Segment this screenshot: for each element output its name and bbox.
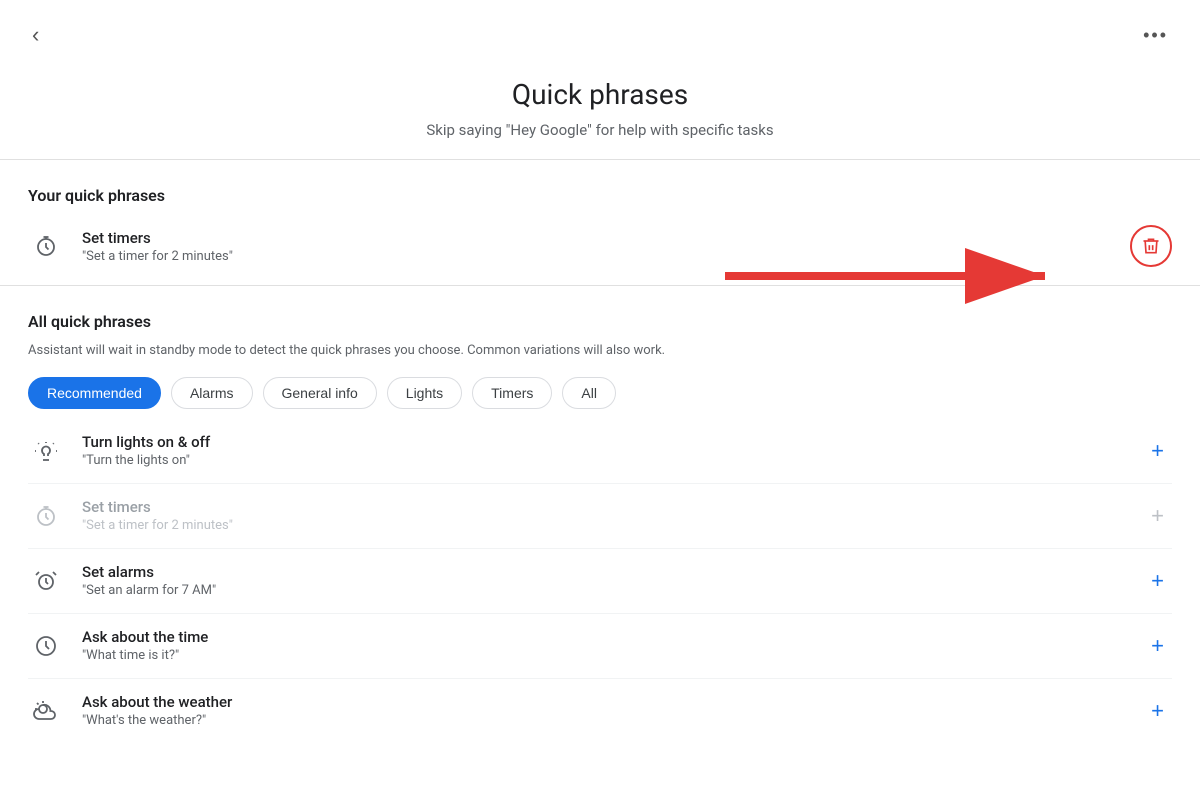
back-button[interactable]: ‹ [24,18,47,52]
item-text-timers: Set timers "Set a timer for 2 minutes" [82,498,233,533]
alarm-icon [28,563,64,599]
top-bar: ‹ ••• [0,0,1200,62]
item-subtitle: "What's the weather?" [82,713,232,728]
chip-general-info[interactable]: General info [263,377,377,409]
section-divider [0,285,1200,286]
your-quick-phrases-title: Your quick phrases [28,168,1172,215]
page-subtitle: Skip saying "Hey Google" for help with s… [0,121,1200,139]
item-subtitle: "Turn the lights on" [82,453,210,468]
all-quick-phrases-title: All quick phrases [28,294,1172,341]
item-text-weather: Ask about the weather "What's the weathe… [82,693,232,728]
your-quick-phrases-section: Your quick phrases Set timers "Set a tim… [0,168,1200,277]
list-item: Set alarms "Set an alarm for 7 AM" + [28,549,1172,614]
all-quick-phrases-section: All quick phrases Assistant will wait in… [0,294,1200,743]
your-phrase-subtitle: "Set a timer for 2 minutes" [82,249,233,264]
page-title: Quick phrases [0,78,1200,111]
item-title: Ask about the weather [82,693,232,711]
list-item: Ask about the weather "What's the weathe… [28,679,1172,743]
header-divider [0,159,1200,160]
your-phrase-title: Set timers [82,229,233,247]
clock-icon [28,628,64,664]
page-header: Quick phrases Skip saying "Hey Google" f… [0,62,1200,151]
list-item: Set timers "Set a timer for 2 minutes" + [28,484,1172,549]
add-button[interactable]: + [1143,629,1172,663]
chip-recommended[interactable]: Recommended [28,377,161,409]
item-text-time: Ask about the time "What time is it?" [82,628,208,663]
bulb-icon [28,433,64,469]
list-item: Turn lights on & off "Turn the lights on… [28,419,1172,484]
chip-timers[interactable]: Timers [472,377,552,409]
filter-chips: Recommended Alarms General info Lights T… [28,377,1172,409]
all-quick-phrases-description: Assistant will wait in standby mode to d… [28,341,1172,361]
item-title: Set alarms [82,563,216,581]
your-phrase-text: Set timers "Set a timer for 2 minutes" [82,229,233,264]
item-subtitle: "Set an alarm for 7 AM" [82,583,216,598]
chip-all[interactable]: All [562,377,616,409]
timer-icon [28,498,64,534]
list-item: Ask about the time "What time is it?" + [28,614,1172,679]
item-subtitle: "What time is it?" [82,648,208,663]
chip-alarms[interactable]: Alarms [171,377,253,409]
add-button[interactable]: + [1143,564,1172,598]
item-title: Set timers [82,498,233,516]
add-button[interactable]: + [1143,434,1172,468]
add-button[interactable]: + [1143,499,1172,533]
timer-icon [28,228,64,264]
add-button[interactable]: + [1143,694,1172,728]
delete-area [1130,225,1172,267]
weather-icon [28,693,64,729]
trash-icon [1141,236,1161,256]
item-text-lights: Turn lights on & off "Turn the lights on… [82,433,210,468]
chip-lights[interactable]: Lights [387,377,462,409]
item-title: Ask about the time [82,628,208,646]
delete-button[interactable] [1130,225,1172,267]
item-title: Turn lights on & off [82,433,210,451]
item-text-alarms: Set alarms "Set an alarm for 7 AM" [82,563,216,598]
more-button[interactable]: ••• [1135,21,1176,50]
your-phrase-row: Set timers "Set a timer for 2 minutes" [28,215,1172,277]
item-subtitle: "Set a timer for 2 minutes" [82,518,233,533]
